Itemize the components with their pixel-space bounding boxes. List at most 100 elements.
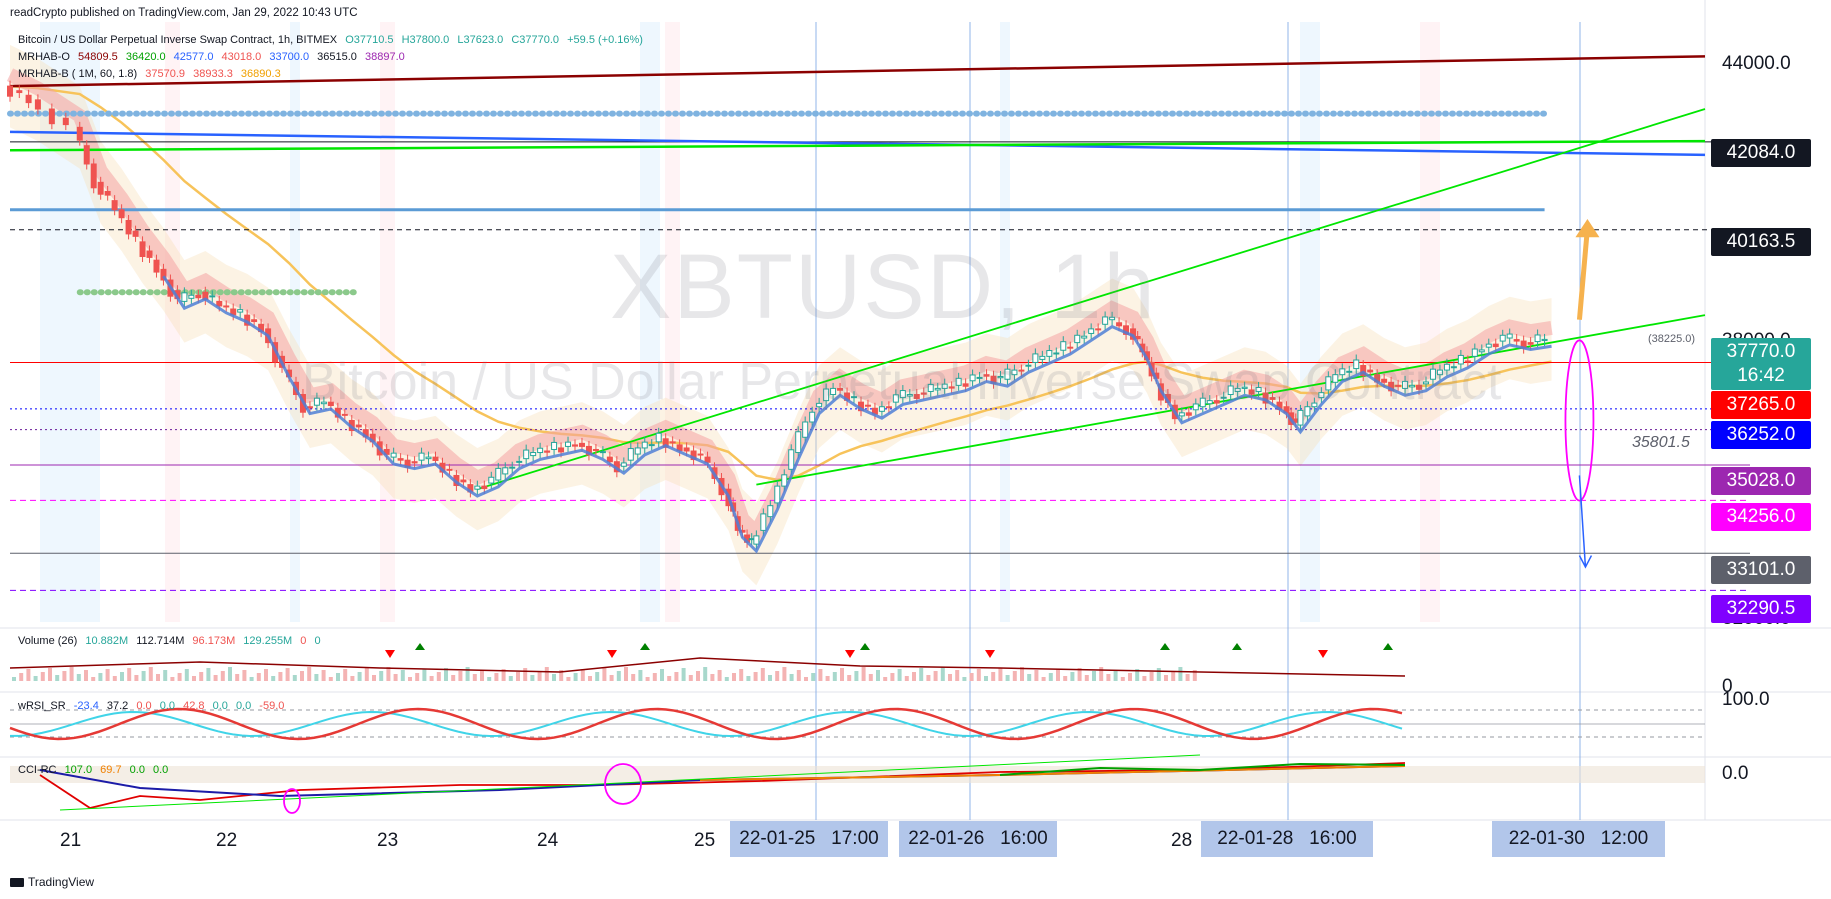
volume-bar [926,675,931,681]
volume-bar [292,675,297,681]
volume-bar [667,676,672,681]
volume-bar [516,672,520,681]
volume-bar [170,677,175,681]
volume-bar [184,669,189,681]
x-crosshair-box: 22-01-25 17:00 [730,821,888,857]
price-tag: 42084.0 [1711,139,1811,167]
volume-bar [321,670,326,681]
candle-body [474,485,481,490]
cci-zone [10,766,1705,783]
volume-bar [1027,674,1032,681]
volume-bar [156,674,160,681]
buy-signal-icon [415,643,425,650]
volume-val6: 0 [314,635,321,647]
volume-bar [98,673,103,681]
volume-bar [724,677,729,681]
volume-bar [645,677,650,681]
volume-bar [357,672,362,681]
candle-body [558,447,565,453]
symbol-line: Bitcoin / US Dollar Perpetual Inverse Sw… [18,34,338,46]
candle-body [530,452,537,457]
volume-bar [804,677,808,681]
volume-bar [134,675,139,681]
mrhab-o-val2: 36420.0 [125,51,166,63]
candle-body [488,476,495,484]
volume-bar [811,673,816,681]
cci-val1: 107.0 [64,764,93,776]
candle-body [648,444,655,447]
volume-bar [343,669,348,681]
volume-bar [760,668,765,681]
volume-bar [1178,667,1183,681]
candle-body [502,467,509,475]
volume-bar [220,671,225,681]
volume-val3: 96.173M [192,635,236,647]
volume-bar [76,674,81,681]
volume-bar [883,677,888,681]
buy-signal-icon [860,643,870,650]
candle-body [25,94,32,104]
candle-body [592,448,599,451]
volume-bar [825,676,830,681]
volume-bar [660,669,664,681]
volume-bar [969,673,974,681]
volume-bar [91,677,96,681]
volume-bar [573,673,578,681]
level-annotation: 35801.5 [1632,434,1690,451]
x-crosshair-box: 22-01-28 16:00 [1201,821,1373,857]
last-price: 37770.0 [1726,341,1796,362]
candle-body [460,479,467,483]
volume-bar [436,672,441,681]
volume-bar [300,671,304,681]
candle-body [1499,334,1506,342]
volume-bar [1156,668,1161,681]
cci-val3: 0.0 [129,764,145,776]
volume-bar [494,673,499,681]
candle-body [641,441,648,449]
volume-bar [1099,667,1104,681]
volume-bar [933,671,938,681]
volume-bar [732,673,736,681]
volume-bar [415,673,420,681]
chart-canvas[interactable] [0,0,1831,899]
volume-bar [199,672,204,681]
mrhab-b-val1: 37570.9 [145,68,186,80]
volume-bar [1005,675,1010,681]
volume-bar [1084,675,1089,681]
wrsi-val3: 0.0 [136,700,152,712]
volume-bar [984,676,988,681]
candle-body [251,319,258,323]
buy-signal-icon [1160,643,1170,650]
volume-bar [948,674,952,681]
volume-bar [393,674,398,681]
watermark-name: Bitcoin / US Dollar Perpetual Inverse Sw… [302,353,1502,411]
candle-body [523,449,530,460]
sell-signal-icon [985,650,995,658]
volume-legend: Volume (26) 10.882M 112.714M 96.173M 129… [18,635,326,647]
volume-bar [955,670,960,681]
volume-bar [753,672,758,681]
price-tag: 34256.0 [1711,503,1811,531]
wrsi-val2: 37.2 [106,700,129,712]
candle-body [697,453,704,456]
sell-signal-icon [845,650,855,658]
price-tag: 35028.0 [1711,467,1811,495]
candle-body [139,241,146,258]
candle-body [1492,343,1499,348]
candle-body [223,305,230,308]
cci-highlight-circle [283,788,301,814]
volume-bar [105,669,110,681]
volume-bar [69,667,74,681]
volume-bar [1128,673,1132,681]
volume-bar [624,667,628,681]
candle-body [355,424,362,428]
volume-bar [386,667,391,681]
candle-body [753,535,760,545]
mrhab-o-title: MRHAB-O [18,51,70,63]
volume-bar [148,667,153,681]
candle-body [544,450,551,453]
candle-body [1513,339,1520,342]
volume-bar [919,668,924,681]
volume-bar [796,670,801,681]
wrsi-title: wRSI_SR [18,700,66,712]
